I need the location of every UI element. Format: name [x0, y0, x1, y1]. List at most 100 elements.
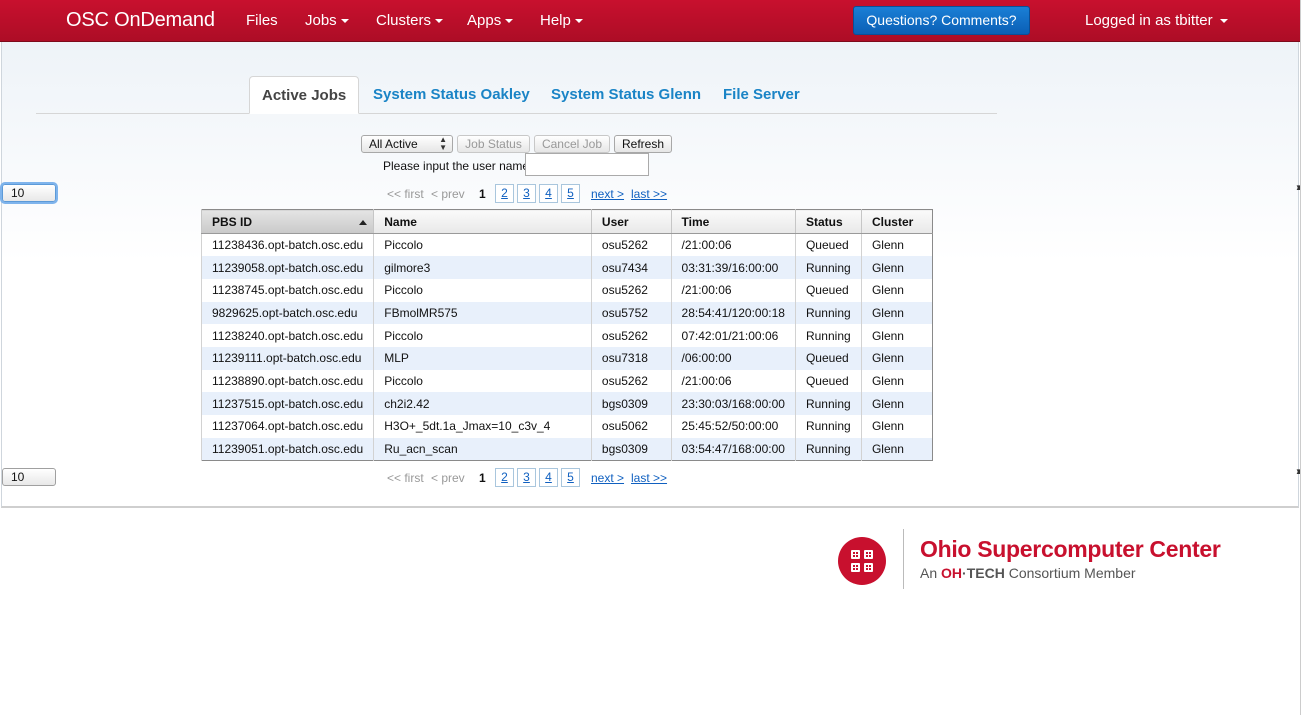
pager-bottom: << first < prev 1 2 3 4 5 next > last >>…: [2, 468, 1301, 488]
cell-user: osu5062: [590, 415, 672, 438]
cell-status: Running: [794, 415, 862, 438]
cell-user: osu7434: [590, 256, 672, 279]
pager-page-link[interactable]: 3: [517, 184, 536, 203]
cell-status: Queued: [794, 346, 862, 370]
brand-link[interactable]: OSC OnDemand: [66, 9, 215, 32]
caret-down-icon: [340, 19, 349, 24]
cell-status: Queued: [794, 233, 862, 257]
pager-last[interactable]: last >>: [631, 471, 667, 485]
tab-system-status-glenn[interactable]: System Status Glenn: [539, 76, 713, 114]
pager-first: << first: [387, 187, 424, 201]
page-size-select[interactable]: 10 ▲ ▼: [2, 184, 1301, 202]
pager-prev: < prev: [431, 471, 465, 485]
pager-page-link[interactable]: 4: [539, 184, 558, 203]
cell-pbs-id: 11238745.opt-batch.osc.edu: [200, 278, 374, 302]
cell-user: osu7318: [590, 346, 672, 370]
column-header-user[interactable]: User: [590, 209, 672, 234]
table-row[interactable]: 11237064.opt-batch.osc.edu H3O+_5dt.1a_J…: [200, 415, 933, 438]
cell-cluster: Glenn: [860, 392, 933, 415]
nav-files[interactable]: Files: [246, 12, 278, 29]
cell-time: /21:00:06: [670, 233, 796, 257]
tab-active-jobs[interactable]: Active Jobs: [249, 76, 360, 114]
tab-file-server[interactable]: File Server: [711, 76, 812, 114]
table-row[interactable]: 11239051.opt-batch.osc.edu Ru_acn_scan b…: [200, 437, 933, 461]
table-row[interactable]: 11238890.opt-batch.osc.edu Piccolo osu52…: [200, 369, 933, 393]
nav-help-dropdown[interactable]: Help: [540, 12, 583, 29]
questions-comments-button[interactable]: Questions? Comments?: [853, 6, 1030, 35]
cell-status: Queued: [794, 369, 862, 393]
page-size-value: 10: [11, 470, 25, 484]
cell-pbs-id: 11238890.opt-batch.osc.edu: [200, 369, 374, 393]
cell-time: /06:00:00: [670, 346, 796, 370]
cell-cluster: Glenn: [860, 437, 933, 461]
active-jobs-table: PBS ID Name User Time Status Cluster 112…: [200, 209, 933, 461]
cell-cluster: Glenn: [860, 278, 933, 302]
user-menu-dropdown[interactable]: Logged in as tbitter: [1085, 12, 1228, 29]
column-header-pbs-id[interactable]: PBS ID: [200, 209, 374, 234]
footer-tagline-suffix: Consortium Member: [1004, 565, 1136, 581]
nav-apps-dropdown[interactable]: Apps: [467, 12, 514, 29]
refresh-button[interactable]: Refresh: [614, 135, 672, 153]
footer-tagline-tech: TECH: [966, 565, 1005, 581]
nav-apps-label: Apps: [467, 12, 502, 29]
pager-last[interactable]: last >>: [631, 187, 667, 201]
table-row[interactable]: 11239111.opt-batch.osc.edu MLP osu7318 /…: [200, 346, 933, 370]
column-header-label: PBS ID: [212, 214, 253, 229]
nav-clusters-label: Clusters: [376, 12, 432, 29]
pager-current: 1: [479, 187, 486, 201]
cell-time: /21:00:06: [670, 369, 796, 393]
cell-cluster: Glenn: [860, 415, 933, 438]
cell-status: Queued: [794, 278, 862, 302]
cell-pbs-id: 11239051.opt-batch.osc.edu: [200, 437, 374, 461]
pager-page-link[interactable]: 4: [539, 468, 558, 487]
nav-help-label: Help: [540, 12, 571, 29]
column-header-time[interactable]: Time: [670, 209, 796, 234]
job-status-button[interactable]: Job Status: [457, 135, 530, 153]
caret-down-icon: [505, 19, 514, 24]
nav-files-label: Files: [246, 12, 278, 29]
cell-cluster: Glenn: [860, 369, 933, 393]
table-row[interactable]: 11239058.opt-batch.osc.edu gilmore3 osu7…: [200, 256, 933, 279]
cell-time: 07:42:01/21:00:06: [670, 324, 796, 347]
job-filter-select[interactable]: All Active ▲ ▼: [361, 135, 453, 153]
cell-name: Piccolo: [373, 324, 592, 347]
cell-cluster: Glenn: [860, 301, 933, 325]
top-navbar: OSC OnDemand Files Jobs Clusters Apps He…: [0, 0, 1301, 42]
pager-page-link[interactable]: 2: [495, 184, 514, 203]
page-size-select[interactable]: 10 ▲ ▼: [2, 468, 1301, 486]
main-panel: Active Jobs System Status Oakley System …: [1, 42, 1301, 508]
cell-pbs-id: 11239111.opt-batch.osc.edu: [200, 346, 374, 370]
table-row[interactable]: 9829625.opt-batch.osc.edu FBmolMR575 osu…: [200, 301, 933, 325]
cell-status: Running: [794, 392, 862, 415]
cell-user: bgs0309: [590, 392, 672, 415]
footer-tagline-oh: OH: [941, 565, 963, 581]
osc-logo-icon: [838, 537, 886, 585]
pager-page-link[interactable]: 5: [561, 184, 580, 203]
table-row[interactable]: 11238240.opt-batch.osc.edu Piccolo osu52…: [200, 324, 933, 347]
cell-name: Piccolo: [373, 369, 592, 393]
caret-down-icon: [1219, 19, 1228, 24]
nav-clusters-dropdown[interactable]: Clusters: [376, 12, 444, 29]
table-row[interactable]: 11238436.opt-batch.osc.edu Piccolo osu52…: [200, 233, 933, 257]
cell-cluster: Glenn: [860, 233, 933, 257]
cancel-job-button[interactable]: Cancel Job: [534, 135, 610, 153]
pager-page-link[interactable]: 5: [561, 468, 580, 487]
nav-jobs-dropdown[interactable]: Jobs: [305, 12, 349, 29]
cell-pbs-id: 11237515.opt-batch.osc.edu: [200, 392, 374, 415]
user-name-input[interactable]: [525, 153, 649, 176]
column-header-cluster[interactable]: Cluster: [860, 209, 933, 234]
cell-user: osu5262: [590, 233, 672, 257]
tab-system-status-oakley[interactable]: System Status Oakley: [361, 76, 542, 114]
column-header-status[interactable]: Status: [794, 209, 862, 234]
pager-next[interactable]: next >: [591, 187, 624, 201]
pager-page-link[interactable]: 2: [495, 468, 514, 487]
table-row[interactable]: 11237515.opt-batch.osc.edu ch2i2.42 bgs0…: [200, 392, 933, 415]
nav-jobs-label: Jobs: [305, 12, 337, 29]
column-header-name[interactable]: Name: [373, 209, 592, 234]
pager-next[interactable]: next >: [591, 471, 624, 485]
table-row[interactable]: 11238745.opt-batch.osc.edu Piccolo osu52…: [200, 278, 933, 302]
table-header-row: PBS ID Name User Time Status Cluster: [200, 209, 933, 234]
cell-user: osu5752: [590, 301, 672, 325]
pager-page-link[interactable]: 3: [517, 468, 536, 487]
cell-user: osu5262: [590, 369, 672, 393]
